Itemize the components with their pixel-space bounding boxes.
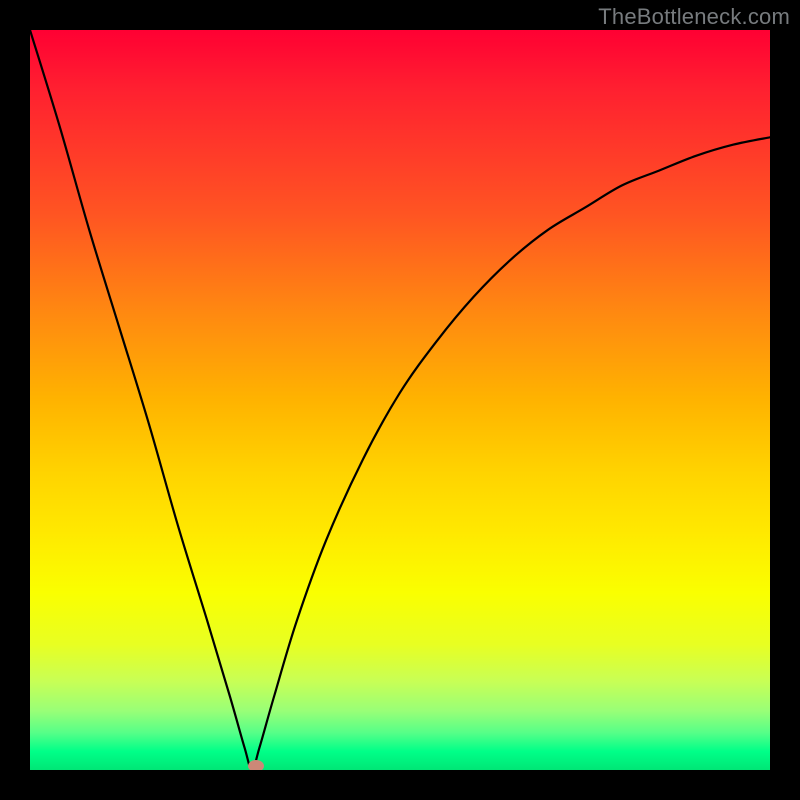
minimum-marker [248, 760, 264, 770]
bottleneck-curve [30, 30, 770, 770]
watermark-text: TheBottleneck.com [598, 4, 790, 30]
curve-path [30, 30, 770, 770]
chart-frame: TheBottleneck.com [0, 0, 800, 800]
plot-area [30, 30, 770, 770]
